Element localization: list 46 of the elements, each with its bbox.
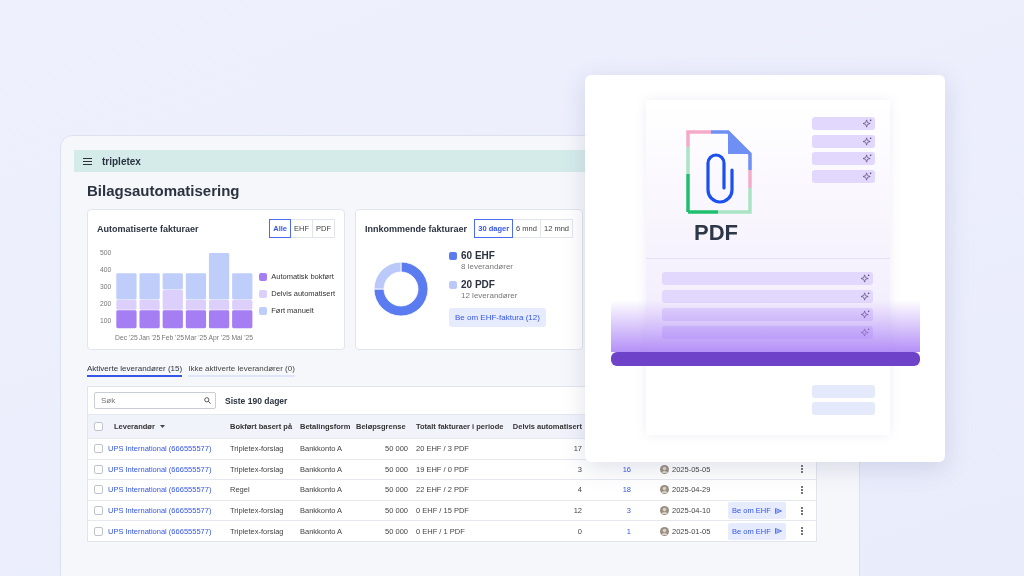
checkbox[interactable] bbox=[93, 485, 103, 495]
tab[interactable]: Aktiverte leverandører (15) bbox=[87, 364, 183, 377]
avatar-icon bbox=[660, 464, 669, 474]
sparkle-icon bbox=[861, 274, 870, 283]
summary-note: 8 leverandører bbox=[461, 262, 514, 271]
sparkle-icon bbox=[861, 292, 870, 301]
file-type-label: PDF bbox=[694, 220, 738, 246]
sparkle-icon bbox=[863, 119, 872, 128]
summary-value: 60 EHF bbox=[461, 250, 496, 261]
avatar-icon bbox=[660, 526, 669, 536]
bar bbox=[162, 290, 183, 310]
field-pill bbox=[812, 385, 875, 398]
logo: tripletex bbox=[102, 155, 141, 167]
avatar-icon bbox=[660, 506, 669, 516]
sparkle-icon bbox=[863, 154, 872, 163]
file-icon bbox=[686, 130, 752, 215]
legend-swatch bbox=[259, 306, 268, 315]
checkbox[interactable] bbox=[93, 444, 103, 454]
sparkle-icon bbox=[863, 171, 872, 181]
menu-icon[interactable] bbox=[83, 157, 92, 165]
request-button[interactable]: Be om EHF-faktura (12) bbox=[449, 308, 546, 327]
legend-swatch bbox=[259, 272, 268, 281]
checkbox[interactable] bbox=[93, 506, 103, 516]
sparkle-icon bbox=[861, 310, 870, 319]
checkbox[interactable] bbox=[93, 422, 103, 431]
bar bbox=[162, 310, 183, 329]
field-pill bbox=[812, 402, 875, 415]
sparkle-icon bbox=[863, 136, 872, 146]
avatar-icon bbox=[660, 485, 669, 495]
checkbox[interactable] bbox=[93, 526, 103, 536]
checkbox[interactable] bbox=[93, 464, 103, 474]
send-icon bbox=[774, 507, 782, 514]
sparkle-icon bbox=[861, 328, 870, 337]
search-icon bbox=[204, 397, 211, 404]
caret-icon[interactable] bbox=[159, 425, 165, 428]
summary-value: 20 PDF bbox=[461, 279, 496, 290]
search-field[interactable]: Søk bbox=[94, 392, 216, 409]
card-title: Innkommende fakturaer bbox=[365, 223, 468, 234]
legend-swatch bbox=[259, 289, 268, 298]
card-title: Automatiserte fakturaer bbox=[97, 223, 199, 234]
period-label: Siste 190 dager bbox=[225, 395, 288, 406]
tab[interactable]: Ikke aktiverte leverandører (0) bbox=[188, 364, 295, 377]
page-title: Bilagsautomatisering bbox=[87, 182, 241, 199]
bar bbox=[162, 273, 183, 290]
summary-note: 12 leverandører bbox=[461, 291, 518, 300]
send-icon bbox=[774, 528, 782, 535]
